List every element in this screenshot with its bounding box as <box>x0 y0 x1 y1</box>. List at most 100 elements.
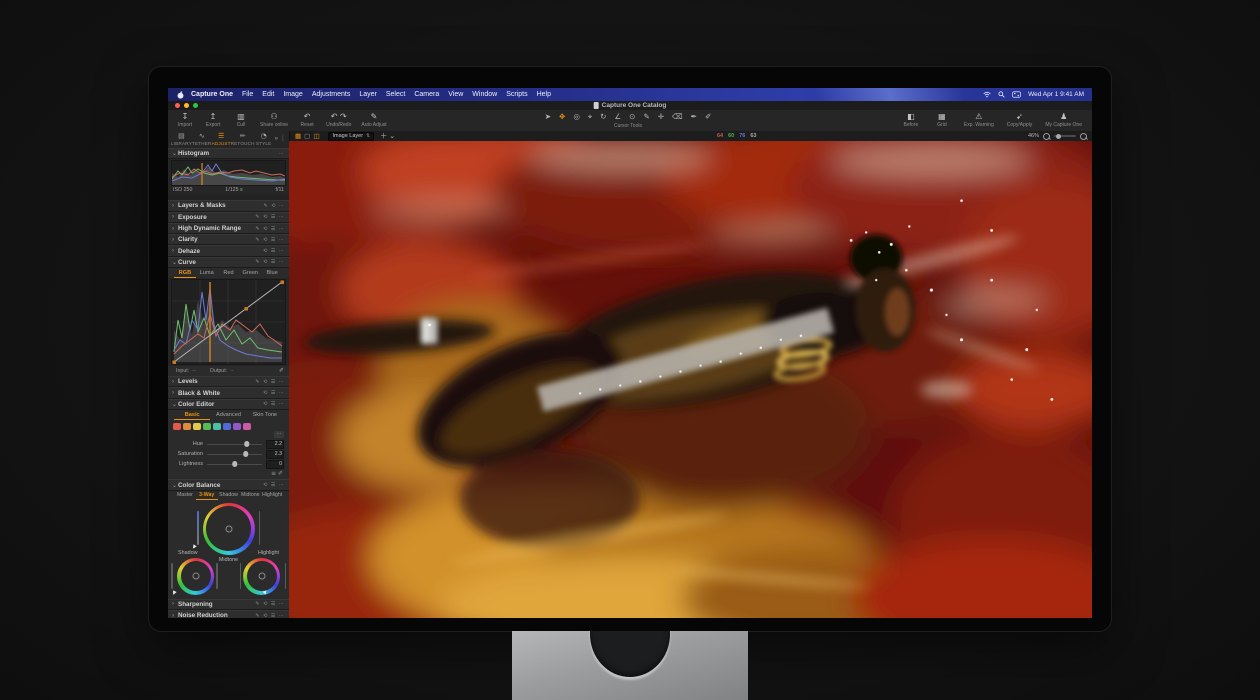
panel-header[interactable]: › Sharpening ✎ ⟲ ☰ ⋯ <box>168 599 289 610</box>
color-swatch[interactable] <box>213 423 221 431</box>
curve-graph[interactable] <box>171 279 286 365</box>
slider-track[interactable] <box>207 464 262 466</box>
wheel-slider[interactable] <box>240 563 242 589</box>
toolbar-button[interactable]: ▦ Grid <box>933 112 951 128</box>
toolbar-button[interactable]: ➹ Copy/Apply <box>1007 112 1033 128</box>
cursor-tool[interactable]: ➤ <box>545 112 551 121</box>
toolbar-button[interactable]: ▥ Cull <box>232 112 250 128</box>
slider-value[interactable]: 2.3 <box>266 450 284 459</box>
curve-channel-tab[interactable]: Blue <box>261 269 283 278</box>
highlight-color-wheel[interactable] <box>243 558 280 595</box>
menu-item[interactable]: Adjustments <box>312 91 351 98</box>
color-balance-panel-header[interactable]: ⌄ Color Balance ⟲ ☰ ⋯ <box>168 479 289 490</box>
color-swatch[interactable] <box>256 423 264 431</box>
menu-item[interactable]: Window <box>472 91 497 98</box>
menu-item[interactable]: File <box>242 91 253 98</box>
menu-item[interactable]: Image <box>283 91 302 98</box>
midtone-color-wheel[interactable] <box>203 503 255 555</box>
panel-action-icons[interactable]: ✎ ⟲ ☰ ⋯ <box>255 259 285 265</box>
slider-knob[interactable] <box>243 451 249 457</box>
toolbar-button[interactable]: ↶ Reset <box>298 112 316 128</box>
color-swatch[interactable] <box>243 423 251 431</box>
layer-stepper-icon[interactable]: ⇅ <box>366 133 370 139</box>
menu-item[interactable]: Help <box>537 91 551 98</box>
cursor-tool[interactable]: ✥ <box>559 112 565 121</box>
cursor-tool[interactable]: ✎ <box>643 112 649 121</box>
panel-action-icons[interactable]: ✎ ⟲ ☰ ⋯ <box>255 613 285 618</box>
color-balance-tab[interactable]: Shadow <box>218 491 240 500</box>
panel-action-icons[interactable]: ✎ ⟲ ☰ ⋯ <box>255 226 285 232</box>
panel-header[interactable]: › Layers & Masks ✎ ⟲ ⋯ <box>168 200 289 211</box>
color-editor-panel-header[interactable]: ⌄ Color Editor ⟲ ☰ ⋯ <box>168 399 289 410</box>
panel-header[interactable]: › Noise Reduction ✎ ⟲ ☰ ⋯ <box>168 610 289 618</box>
wheel-slider[interactable] <box>285 563 287 589</box>
curve-picker-icon[interactable]: ✐ <box>279 367 284 374</box>
toolbar-button[interactable]: ↥ Export <box>204 112 222 128</box>
wheel-slider[interactable] <box>171 563 173 589</box>
wheel-marker[interactable] <box>171 590 176 595</box>
menu-clock[interactable]: Wed Apr 1 9:41 AM <box>1028 91 1084 98</box>
color-balance-tab[interactable]: Master <box>174 491 196 500</box>
color-swatch[interactable] <box>183 423 191 431</box>
menu-item[interactable]: Camera <box>414 91 439 98</box>
color-editor-tab[interactable]: Basic <box>174 411 210 420</box>
toolbar-button[interactable]: ⚠ Exp. Warning <box>964 112 994 128</box>
image-viewer[interactable] <box>289 141 1092 618</box>
slider-value[interactable]: 2.2 <box>266 440 284 449</box>
menu-item[interactable]: Layer <box>359 91 377 98</box>
wheel-marker[interactable] <box>191 544 197 550</box>
cursor-tool[interactable]: ✒ <box>691 112 697 121</box>
zoom-out-icon[interactable] <box>1043 133 1050 140</box>
color-balance-tab[interactable]: Highlight <box>261 491 283 500</box>
slider-knob[interactable] <box>244 441 250 447</box>
panel-action-icons[interactable]: ✎ ⟲ ☰ ⋯ <box>255 237 285 243</box>
curve-panel-header[interactable]: ⌄ Curve ✎ ⟲ ☰ ⋯ <box>168 257 289 268</box>
tool-tab[interactable]: ✏ RETOUCH <box>231 132 255 146</box>
menu-item[interactable]: Capture One <box>191 91 233 98</box>
zoom-window-button[interactable] <box>193 103 198 108</box>
menu-item[interactable]: Scripts <box>506 91 527 98</box>
cursor-tool[interactable]: ∠ <box>614 112 621 121</box>
slider-value[interactable]: 0 <box>266 460 284 469</box>
tab-more-icon[interactable]: ⋮ <box>280 135 286 142</box>
color-swatch[interactable] <box>173 423 181 431</box>
panel-header[interactable]: › High Dynamic Range ✎ ⟲ ☰ ⋯ <box>168 223 289 234</box>
curve-channel-tab[interactable]: Luma <box>196 269 218 278</box>
slider-track[interactable] <box>207 444 262 446</box>
histogram-panel-header[interactable]: ⌄ Histogram ⋯ <box>168 148 289 159</box>
panel-header[interactable]: › Dehaze ⟲ ☰ ⋯ <box>168 245 289 256</box>
color-editor-tab[interactable]: Advanced <box>210 411 246 420</box>
view-mode-button[interactable]: ◫ <box>313 132 319 140</box>
close-button[interactable] <box>175 103 180 108</box>
toolbar-button[interactable]: ◧ Before <box>902 112 920 128</box>
add-layer-button[interactable]: ＋ ⌄ <box>380 131 395 141</box>
color-swatch[interactable] <box>203 423 211 431</box>
cursor-tool[interactable]: ↻ <box>600 112 606 121</box>
tool-tab[interactable]: ☰ ADJUST <box>212 132 231 146</box>
color-editor-tab[interactable]: Skin Tone <box>247 411 283 420</box>
tab-overflow-icon[interactable]: » <box>275 136 278 142</box>
curve-channel-tab[interactable]: Green <box>239 269 261 278</box>
color-swatch[interactable] <box>193 423 201 431</box>
cursor-tool[interactable]: ◎ <box>573 112 580 121</box>
cursor-tool[interactable]: ✐ <box>705 112 711 121</box>
wheel-slider[interactable] <box>216 563 218 589</box>
slider-knob[interactable] <box>232 461 238 467</box>
menu-item[interactable]: View <box>448 91 463 98</box>
wheel-slider[interactable] <box>197 511 199 545</box>
panel-action-icons[interactable]: ✎ ⟲ ☰ ⋯ <box>255 214 285 220</box>
panel-action-icons[interactable]: ⟲ ☰ ⋯ <box>263 248 285 254</box>
panel-header[interactable]: › Black & White ⟲ ☰ ⋯ <box>168 387 289 398</box>
zoom-in-icon[interactable] <box>1080 133 1087 140</box>
minimize-button[interactable] <box>184 103 189 108</box>
menu-item[interactable]: Edit <box>262 91 274 98</box>
cursor-tool[interactable]: ⌖ <box>588 112 592 121</box>
color-swatch[interactable] <box>223 423 231 431</box>
toolbar-button[interactable]: ↧ Import <box>176 112 194 128</box>
panel-header[interactable]: › Clarity ✎ ⟲ ☰ ⋯ <box>168 234 289 245</box>
cursor-tool[interactable]: ⊙ <box>629 112 635 121</box>
panel-header[interactable]: › Exposure ✎ ⟲ ☰ ⋯ <box>168 212 289 223</box>
tool-tab[interactable]: ∿ TETHER <box>192 132 212 146</box>
panel-action-icons[interactable]: ✎ ⟲ ☰ ⋯ <box>255 379 285 385</box>
curve-channel-tab[interactable]: RGB <box>174 269 196 278</box>
